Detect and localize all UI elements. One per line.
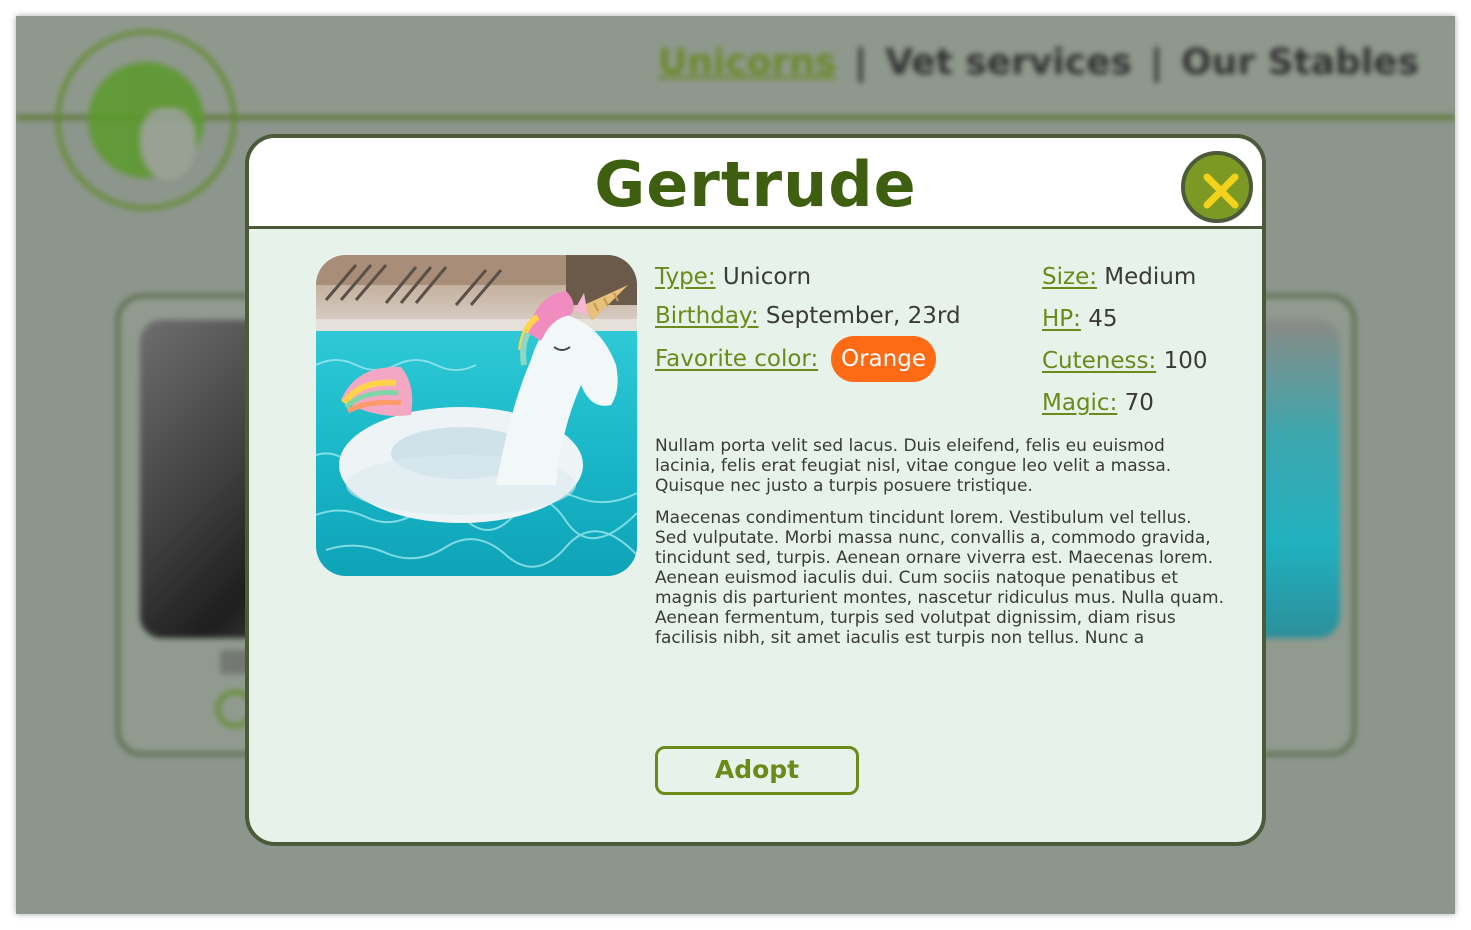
nav-separator: | [1149, 42, 1164, 83]
modal-header: Gertrude [249, 138, 1262, 229]
detail-birthday-label: Birthday: [655, 303, 759, 329]
description-paragraph-2: Maecenas condimentum tincidunt lorem. Ve… [655, 508, 1224, 648]
unicorn-float-photo [316, 255, 637, 576]
modal-title: Gertrude [594, 148, 917, 221]
nav-item-vet-services[interactable]: Vet services [885, 42, 1132, 83]
site-nav: Unicorns | Vet services | Our Stables [658, 42, 1419, 83]
pet-photo [316, 255, 637, 576]
detail-birthday-value: September, 23rd [765, 303, 961, 329]
logo-unicorn-silhouette [140, 108, 196, 180]
detail-favorite-color: Favorite color: [655, 344, 818, 374]
detail-magic: Magic: 70 [1042, 388, 1154, 418]
detail-hp-value: 45 [1088, 306, 1118, 332]
detail-cuteness: Cuteness: 100 [1042, 346, 1207, 376]
detail-type-label: Type: [655, 264, 716, 290]
favorite-color-badge: Orange [831, 336, 936, 382]
detail-hp: HP: 45 [1042, 304, 1118, 334]
detail-size-label: Size: [1042, 264, 1097, 290]
unicorn-logo-icon [56, 30, 236, 210]
detail-size: Size: Medium [1042, 262, 1196, 292]
detail-magic-value: 70 [1124, 390, 1154, 416]
detail-type-value: Unicorn [722, 264, 812, 290]
detail-cuteness-label: Cuteness: [1042, 348, 1157, 374]
adopt-button[interactable]: Adopt [655, 746, 859, 795]
description-paragraph-1: Nullam porta velit sed lacus. Duis eleif… [655, 436, 1172, 496]
close-button[interactable] [1181, 151, 1253, 223]
logo-emblem [88, 62, 204, 180]
detail-birthday: Birthday: September, 23rd [655, 301, 961, 331]
close-x-icon [1203, 173, 1239, 209]
detail-hp-label: HP: [1042, 306, 1081, 332]
nav-item-our-stables[interactable]: Our Stables [1181, 42, 1419, 83]
nav-separator: | [854, 42, 868, 83]
detail-size-value: Medium [1104, 264, 1197, 290]
detail-type: Type: Unicorn [655, 262, 811, 292]
detail-favorite-color-label: Favorite color: [655, 346, 819, 372]
nav-item-unicorns[interactable]: Unicorns [658, 42, 836, 83]
pet-detail-modal: Gertrude Type: Unicorn Birthday: Septemb… [245, 134, 1266, 846]
detail-magic-label: Magic: [1042, 390, 1118, 416]
detail-cuteness-value: 100 [1163, 348, 1208, 374]
